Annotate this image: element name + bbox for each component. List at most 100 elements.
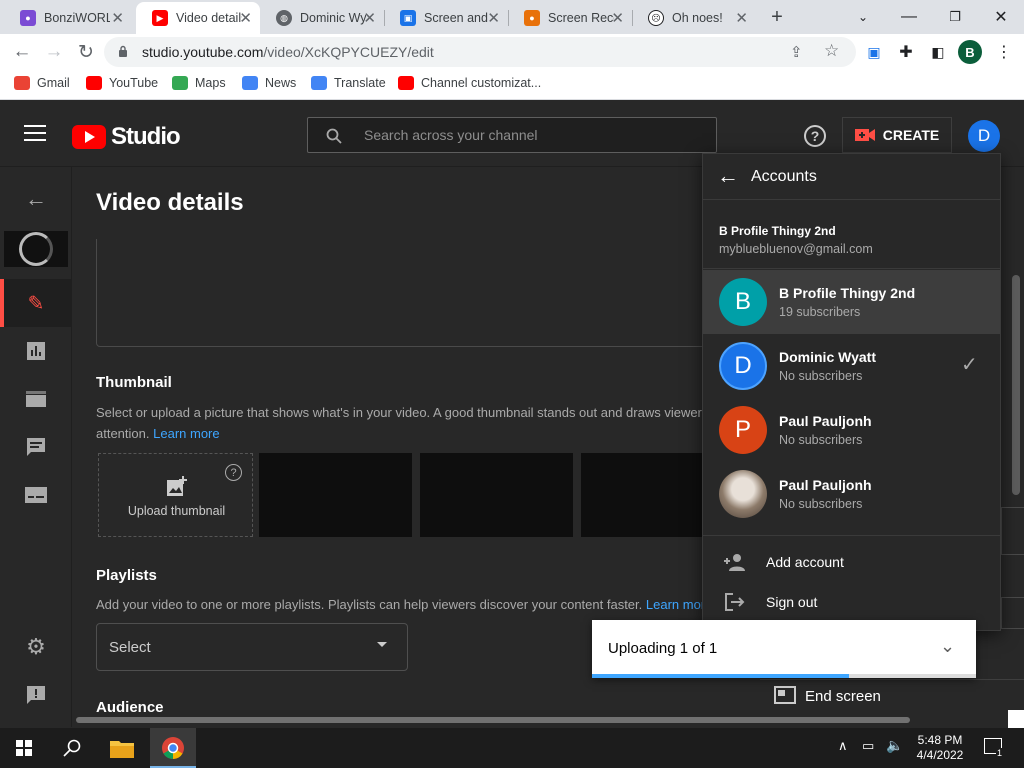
system-clock[interactable]: 5:48 PM 4/4/2022 (908, 733, 972, 763)
playlists-description: Add your video to one or more playlists.… (96, 597, 706, 612)
playlist-select[interactable]: Select (96, 623, 408, 671)
help-icon[interactable]: ? (804, 125, 826, 147)
pencil-icon: ✎ (27, 292, 45, 315)
browser-tab[interactable]: ▣ Screen and ✕ (384, 2, 508, 34)
chrome-taskbar-button[interactable] (150, 728, 196, 768)
video-thumbnail-mini[interactable] (4, 231, 68, 267)
analytics-icon[interactable] (22, 337, 50, 365)
bonzi-icon: ● (20, 10, 36, 26)
file-explorer-icon[interactable] (110, 738, 134, 758)
address-bar[interactable]: studio.youtube.com/video/XcKQPYCUEZY/edi… (104, 37, 856, 67)
help-icon[interactable]: ? (225, 464, 242, 481)
reload-icon[interactable]: ↻ (72, 38, 100, 66)
accounts-header: ← Accounts (703, 154, 1000, 200)
bookmark-channel-customization[interactable]: Channel customizat... (398, 76, 541, 90)
video-camera-add-icon (854, 129, 875, 141)
globe-icon: ◍ (276, 10, 292, 26)
windows-taskbar: ∧ ▭ 🔈 5:48 PM 4/4/2022 1 (0, 728, 1024, 768)
comments-icon[interactable] (22, 433, 50, 461)
channel-search-box[interactable]: Search across your channel (307, 117, 717, 153)
upload-progress-track (592, 674, 976, 678)
browser-tab[interactable]: ● BonziWORLD ✕ (4, 2, 132, 34)
close-tab-icon[interactable]: ✕ (611, 9, 624, 27)
screen-capture-extension-icon[interactable]: ▣ (860, 38, 888, 66)
new-tab-icon[interactable]: + (764, 4, 790, 30)
learn-more-link[interactable]: Learn mor (646, 597, 705, 612)
search-icon[interactable] (63, 739, 81, 757)
tab-search-icon[interactable]: ⌄ (840, 0, 886, 34)
extensions-icon[interactable]: ✚ (892, 38, 920, 66)
bookmark-gmail[interactable]: Gmail (14, 76, 70, 90)
tray-chevron-up-icon[interactable]: ∧ (838, 738, 848, 754)
playlists-heading: Playlists (96, 567, 157, 584)
translate-icon (311, 76, 327, 90)
browser-tab[interactable]: ● Screen Recorder ✕ (508, 2, 632, 34)
share-icon[interactable]: ⇪ (790, 43, 803, 61)
account-item[interactable]: P Paul Pauljonh No subscribers (703, 398, 1000, 462)
checkmark-icon: ✓ (961, 354, 978, 376)
close-tab-icon[interactable]: ✕ (363, 9, 376, 27)
forward-icon[interactable]: → (40, 38, 68, 66)
bookmark-maps[interactable]: Maps (172, 76, 226, 90)
accounts-menu: ← Accounts B Profile Thingy 2nd mybluebl… (702, 153, 1001, 631)
account-avatar[interactable]: D (968, 120, 1000, 152)
studio-logo[interactable]: Studio (72, 123, 181, 151)
account-item[interactable]: B B Profile Thingy 2nd 19 subscribers (703, 270, 1000, 334)
end-screen-icon (774, 686, 796, 704)
feedback-icon[interactable] (22, 681, 50, 709)
side-panel-icon[interactable]: ◧ (924, 38, 952, 66)
bookmark-star-icon[interactable]: ☆ (824, 41, 839, 61)
gmail-icon (14, 76, 30, 90)
horizontal-scrollbar[interactable] (76, 717, 910, 723)
windows-start-icon[interactable] (16, 740, 32, 756)
bookmark-youtube[interactable]: YouTube (86, 76, 158, 90)
thumbnail-description-line2: attention. Learn more (96, 426, 220, 441)
add-account-button[interactable]: Add account (703, 542, 1000, 582)
chrome-profile-avatar[interactable]: B (958, 40, 982, 64)
account-item-selected[interactable]: D Dominic Wyatt No subscribers ✓ (703, 334, 1000, 398)
bookmark-news[interactable]: News (242, 76, 296, 90)
settings-gear-icon[interactable]: ⚙ (22, 633, 50, 661)
youtube-logo-icon (72, 125, 106, 149)
close-tab-icon[interactable]: ✕ (487, 9, 500, 27)
account-item[interactable]: Paul Pauljonh No subscribers (703, 462, 1000, 526)
learn-more-link[interactable]: Learn more (153, 426, 219, 441)
hamburger-menu-icon[interactable] (24, 125, 46, 143)
back-arrow-icon[interactable]: ← (22, 185, 50, 213)
news-icon (242, 76, 258, 90)
dropdown-arrow-icon (377, 642, 387, 647)
close-tab-icon[interactable]: ✕ (239, 9, 252, 27)
upload-progress-fill (592, 674, 850, 678)
notification-count-badge: 1 (996, 748, 1004, 758)
chevron-down-icon[interactable]: ⌄ (940, 636, 955, 657)
bookmark-translate[interactable]: Translate (311, 76, 386, 90)
minimize-icon[interactable]: — (886, 0, 932, 34)
browser-tab[interactable]: ◍ Dominic Wyatt ✕ (260, 2, 384, 34)
scrollbar-thumb[interactable] (1012, 275, 1020, 495)
youtube-icon (86, 76, 102, 90)
sign-out-button[interactable]: Sign out (703, 582, 1000, 622)
back-arrow-icon[interactable]: ← (717, 163, 739, 189)
close-tab-icon[interactable]: ✕ (111, 9, 124, 27)
close-window-icon[interactable]: ✕ (978, 0, 1024, 34)
chrome-menu-icon[interactable]: ⋮ (990, 38, 1018, 66)
subtitles-icon[interactable] (22, 481, 50, 509)
upload-thumbnail-button[interactable]: Upload thumbnail ? (98, 453, 253, 537)
account-photo-avatar (719, 470, 767, 518)
upload-progress-toast[interactable]: Uploading 1 of 1 ⌄ (592, 620, 976, 678)
restore-icon[interactable]: ❐ (932, 0, 978, 34)
account-avatar: D (719, 342, 767, 390)
description-field[interactable] (96, 239, 736, 347)
create-button[interactable]: CREATE (842, 117, 952, 153)
browser-tab[interactable]: ☹ Oh noes! ✕ (632, 2, 756, 34)
browser-tab-active[interactable]: ▶ Video details ✕ (136, 2, 260, 34)
network-icon[interactable]: ▭ (862, 738, 874, 754)
divider (703, 268, 1000, 269)
close-tab-icon[interactable]: ✕ (735, 9, 748, 27)
thumbnail-option[interactable] (420, 453, 573, 537)
volume-icon[interactable]: 🔈 (886, 737, 903, 754)
back-icon[interactable]: ← (8, 38, 36, 66)
thumbnail-option[interactable] (259, 453, 412, 537)
editor-clapper-icon[interactable] (22, 385, 50, 413)
chrome-icon (162, 737, 184, 759)
